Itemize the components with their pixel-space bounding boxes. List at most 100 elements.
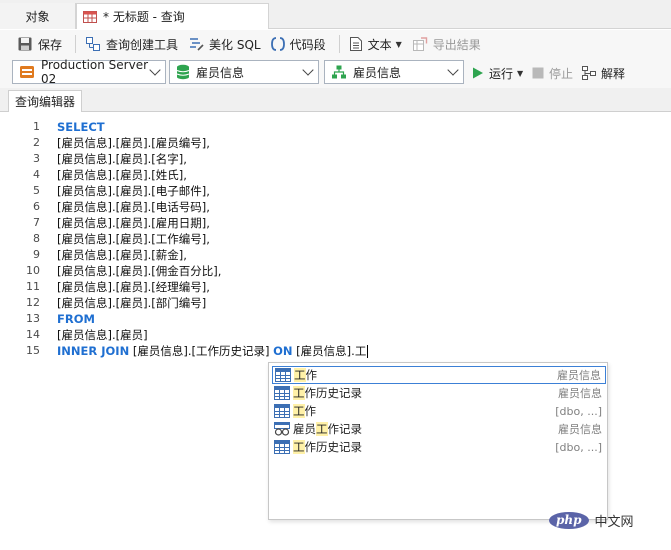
line-number: 8	[33, 232, 40, 245]
play-icon	[473, 67, 483, 79]
sql-keyword: SELECT	[57, 120, 105, 134]
code-text: [雇员信息].工	[292, 344, 367, 358]
code-line: [雇员信息].[雇员].[工作编号],	[57, 231, 368, 247]
line-number-gutter: 1 2 3 4 5 6 7 8 9 10 11 12 13 14 15	[0, 119, 40, 359]
suggestion-item[interactable]: 工作 雇员信息	[272, 366, 606, 384]
suggestion-context: 雇员信息	[557, 369, 601, 382]
watermark-text: 中文网	[594, 514, 634, 530]
tab-query-editor-label: 查询编辑器	[14, 95, 75, 109]
code-line: [雇员信息].[雇员].[雇用日期],	[57, 215, 368, 231]
stop-button[interactable]: 停止	[532, 61, 573, 85]
suggestion-suffix: 作记录	[327, 422, 363, 436]
run-button[interactable]: 运行 ▼	[472, 61, 523, 85]
line-number: 3	[33, 152, 40, 165]
suggestion-item[interactable]: 工作历史记录 [dbo, ...]	[272, 438, 606, 456]
code-text: [雇员信息].[雇员].[雇用日期],	[57, 216, 210, 230]
save-icon	[18, 37, 32, 51]
stop-label: 停止	[549, 66, 574, 81]
server-icon	[20, 66, 34, 78]
code-text: [雇员信息].[雇员].[佣金百分比],	[57, 264, 222, 278]
explain-label: 解释	[601, 66, 626, 81]
export-results-button[interactable]: 导出結果	[409, 32, 484, 56]
suggestion-match: 工	[293, 440, 305, 454]
editor-tab-bar: 查询编辑器	[0, 88, 671, 112]
line-number: 11	[26, 280, 40, 293]
document-tab-bar: 对象 * 无标题 - 查询	[0, 0, 671, 29]
suggestion-suffix: 作	[304, 404, 317, 418]
database-icon	[176, 64, 190, 80]
suggestion-prefix: 雇员	[293, 422, 316, 436]
code-line: [雇员信息].[雇员].[名字],	[57, 151, 368, 167]
suggestion-match: 工	[293, 404, 305, 418]
beautify-sql-label: 美化 SQL	[209, 37, 261, 52]
schema-select[interactable]: 雇员信息	[324, 60, 464, 84]
suggestion-name: 工作	[294, 367, 557, 383]
connection-toolbar: Production Server 02 雇员信息 雇员信息 运行 ▼ 停止 解…	[0, 58, 671, 88]
connection-select[interactable]: Production Server 02	[12, 58, 166, 86]
suggestion-item[interactable]: 工作 [dbo, ...]	[272, 402, 606, 420]
suggestion-suffix: 作历史记录	[304, 386, 363, 400]
sql-keyword: FROM	[57, 312, 95, 326]
chevron-down-icon: ▼	[395, 39, 402, 49]
table-icon	[274, 404, 290, 418]
code-text: [雇员信息].[雇员].[经理编号],	[57, 280, 210, 294]
suggestion-match: 工	[293, 386, 305, 400]
code-line: INNER JOIN [雇员信息].[工作历史记录] ON [雇员信息].工	[57, 343, 369, 359]
sql-keyword: INNER JOIN	[57, 344, 130, 358]
suggestion-context: [dbo, ...]	[555, 404, 602, 418]
snippet-icon	[270, 37, 285, 51]
code-line: FROM	[57, 311, 368, 327]
save-button[interactable]: 保存	[14, 32, 65, 56]
suggestion-item[interactable]: 工作历史记录 雇员信息	[272, 384, 606, 402]
line-number: 1	[33, 120, 40, 133]
code-text: [雇员信息].[雇员].[部门编号]	[57, 296, 207, 310]
schema-icon	[332, 65, 346, 79]
suggestion-match: 工	[294, 368, 306, 382]
line-number: 9	[33, 248, 40, 261]
line-number: 7	[33, 216, 40, 229]
code-line: [雇员信息].[雇员].[电子邮件],	[57, 183, 368, 199]
database-select[interactable]: 雇员信息	[169, 60, 319, 84]
query-builder-icon	[86, 37, 101, 51]
tab-objects[interactable]: 对象	[0, 3, 76, 29]
code-text: [雇员信息].[雇员].[姓氏],	[57, 168, 187, 182]
beautify-sql-button[interactable]: 美化 SQL	[185, 32, 264, 56]
query-builder-button[interactable]: 查询创建工具	[82, 32, 181, 56]
suggestion-name: 工作历史记录	[293, 439, 555, 455]
code-snippet-button[interactable]: 代码段	[268, 32, 329, 56]
suggestion-item[interactable]: 雇员工作记录 雇员信息	[272, 420, 606, 438]
code-text: [雇员信息].[雇员]	[57, 328, 148, 342]
chevron-down-icon: ▼	[517, 68, 524, 78]
code-text: [雇员信息].[雇员].[电子邮件],	[57, 184, 210, 198]
line-number: 13	[26, 312, 40, 325]
sql-keyword: ON	[273, 344, 293, 358]
explain-button[interactable]: 解释	[581, 61, 625, 85]
tab-query-editor[interactable]: 查询编辑器	[8, 90, 82, 112]
schema-value: 雇员信息	[353, 65, 402, 80]
code-text: [雇员信息].[工作历史记录]	[129, 344, 274, 358]
code-text: [雇员信息].[雇员].[工作编号],	[57, 232, 210, 246]
view-icon	[274, 422, 290, 436]
code-line: [雇员信息].[雇员].[雇员编号],	[57, 135, 368, 151]
suggestion-context: [dbo, ...]	[555, 440, 602, 454]
save-label: 保存	[38, 37, 63, 52]
toolbar-separator	[75, 35, 77, 53]
suggestion-context: 雇员信息	[558, 423, 602, 436]
export-icon	[412, 37, 427, 51]
autocomplete-popup: 工作 雇员信息 工作历史记录 雇员信息 工作 [dbo, ...] 雇员工作记录 雇员信息 工作…	[268, 362, 608, 520]
code-line: [雇员信息].[雇员]	[57, 327, 368, 343]
tab-query[interactable]: * 无标题 - 查询	[76, 3, 269, 29]
suggestion-suffix: 作历史记录	[304, 440, 363, 454]
text-cursor	[367, 345, 369, 358]
watermark: php 中文网	[549, 510, 634, 530]
code-text: [雇员信息].[雇员].[电话号码],	[57, 200, 210, 214]
sql-code-area[interactable]: SELECT [雇员信息].[雇员].[雇员编号], [雇员信息].[雇员].[名字…	[57, 119, 369, 359]
text-mode-button[interactable]: 文本 ▼	[346, 32, 405, 56]
table-icon	[275, 368, 291, 382]
code-line: [雇员信息].[雇员].[姓氏],	[57, 167, 368, 183]
suggestion-match: 工	[316, 422, 328, 436]
suggestion-name: 雇员工作记录	[293, 421, 558, 437]
code-text: [雇员信息].[雇员].[薪金],	[57, 248, 187, 262]
query-table-icon	[83, 10, 97, 23]
code-text: [雇员信息].[雇员].[名字],	[57, 152, 187, 166]
